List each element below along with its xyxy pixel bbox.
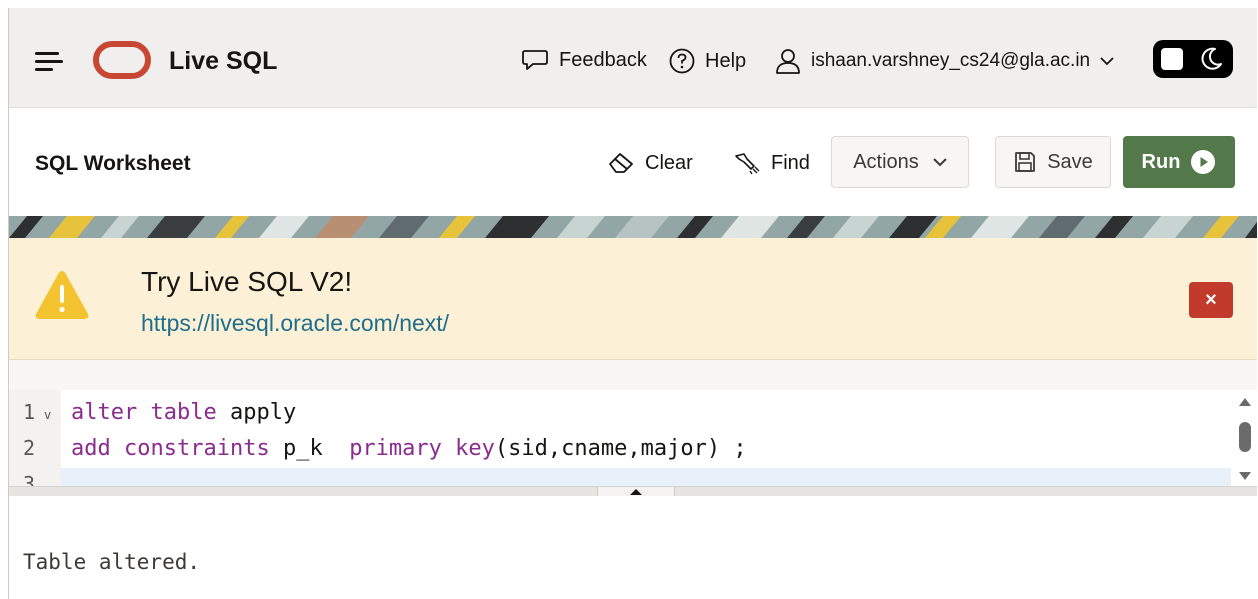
- active-line-highlight: [61, 468, 1231, 486]
- sql-keyword: add: [71, 436, 111, 461]
- actions-menu-button[interactable]: Actions: [831, 136, 969, 188]
- worksheet-toolbar: SQL Worksheet Clear Find Actions Save Ru…: [9, 108, 1257, 216]
- find-label: Find: [771, 151, 810, 174]
- user-email: ishaan.varshney_cs24@gla.ac.in: [811, 50, 1091, 71]
- line-number: 1: [23, 400, 36, 424]
- line-number-gutter: 1 v 2 3: [9, 390, 61, 486]
- run-label: Run: [1141, 150, 1181, 173]
- sql-text: apply: [216, 400, 297, 425]
- worksheet-title: SQL Worksheet: [35, 152, 191, 175]
- save-label: Save: [1047, 150, 1093, 173]
- help-button[interactable]: Help: [669, 48, 746, 74]
- result-message: Table altered.: [23, 550, 201, 574]
- scroll-down-arrow-icon[interactable]: [1239, 472, 1251, 480]
- find-button[interactable]: Find: [733, 151, 810, 175]
- clear-button[interactable]: Clear: [607, 151, 693, 175]
- warning-icon: [35, 271, 89, 319]
- code-line-2[interactable]: add constraints p_k primary key(sid,cnam…: [71, 436, 747, 461]
- sql-keyword: table: [150, 400, 217, 425]
- sql-keyword: constraints: [124, 436, 270, 461]
- feedback-button[interactable]: Feedback: [521, 48, 647, 72]
- chevron-down-icon: [933, 158, 947, 167]
- save-button[interactable]: Save: [995, 136, 1111, 188]
- run-button[interactable]: Run: [1123, 136, 1235, 188]
- editor-top-spacer: [9, 360, 1257, 390]
- help-label: Help: [705, 49, 747, 72]
- code-line-1[interactable]: alter table apply: [71, 400, 296, 425]
- chevron-down-icon: [1100, 57, 1114, 66]
- actions-label: Actions: [853, 150, 919, 173]
- banner-close-button[interactable]: ×: [1189, 282, 1233, 318]
- clear-label: Clear: [645, 151, 693, 174]
- pane-splitter[interactable]: [9, 486, 1257, 497]
- help-icon: [669, 48, 695, 74]
- live-sql-page: Live SQL Feedback Help ishaan.varshney_c…: [8, 8, 1257, 599]
- moon-icon: [1201, 47, 1222, 70]
- banner-title: Try Live SQL V2!: [141, 266, 353, 297]
- hamburger-menu-icon[interactable]: [35, 52, 63, 72]
- line-number: 3: [23, 472, 36, 486]
- feedback-label: Feedback: [559, 48, 647, 71]
- sql-text: (sid,cname,major) ;: [494, 436, 747, 461]
- sql-keyword: primary: [349, 436, 442, 461]
- decorative-pattern-band: [9, 216, 1257, 238]
- oracle-logo[interactable]: [93, 41, 151, 79]
- livesql-next-link[interactable]: https://livesql.oracle.com/next/: [141, 310, 449, 337]
- editor-scrollbar[interactable]: [1235, 396, 1255, 484]
- app-title: Live SQL: [169, 47, 278, 75]
- flashlight-icon: [735, 153, 760, 175]
- fold-chevron-icon[interactable]: v: [44, 408, 51, 422]
- user-icon: [776, 49, 800, 74]
- pattern-graphic: [9, 216, 1257, 238]
- eraser-icon: [609, 153, 633, 173]
- play-circle-icon: [1191, 150, 1216, 174]
- sql-keyword: key: [455, 436, 495, 461]
- toggle-knob: [1161, 48, 1183, 70]
- results-pane: Table altered.: [9, 496, 1257, 599]
- theme-toggle[interactable]: [1153, 40, 1233, 78]
- sql-editor[interactable]: 1 v 2 3 alter table apply add constraint…: [9, 390, 1257, 486]
- sql-keyword: alter: [71, 400, 138, 425]
- scrollbar-thumb[interactable]: [1239, 422, 1251, 452]
- promo-banner: Try Live SQL V2! https://livesql.oracle.…: [9, 238, 1257, 360]
- line-number: 2: [23, 436, 36, 460]
- save-icon: [1015, 152, 1036, 172]
- user-menu[interactable]: ishaan.varshney_cs24@gla.ac.in: [775, 48, 1114, 74]
- sql-text: p_k: [269, 436, 350, 461]
- scroll-up-arrow-icon[interactable]: [1239, 398, 1251, 406]
- app-header: Live SQL Feedback Help ishaan.varshney_c…: [9, 8, 1257, 108]
- feedback-icon: [522, 50, 548, 70]
